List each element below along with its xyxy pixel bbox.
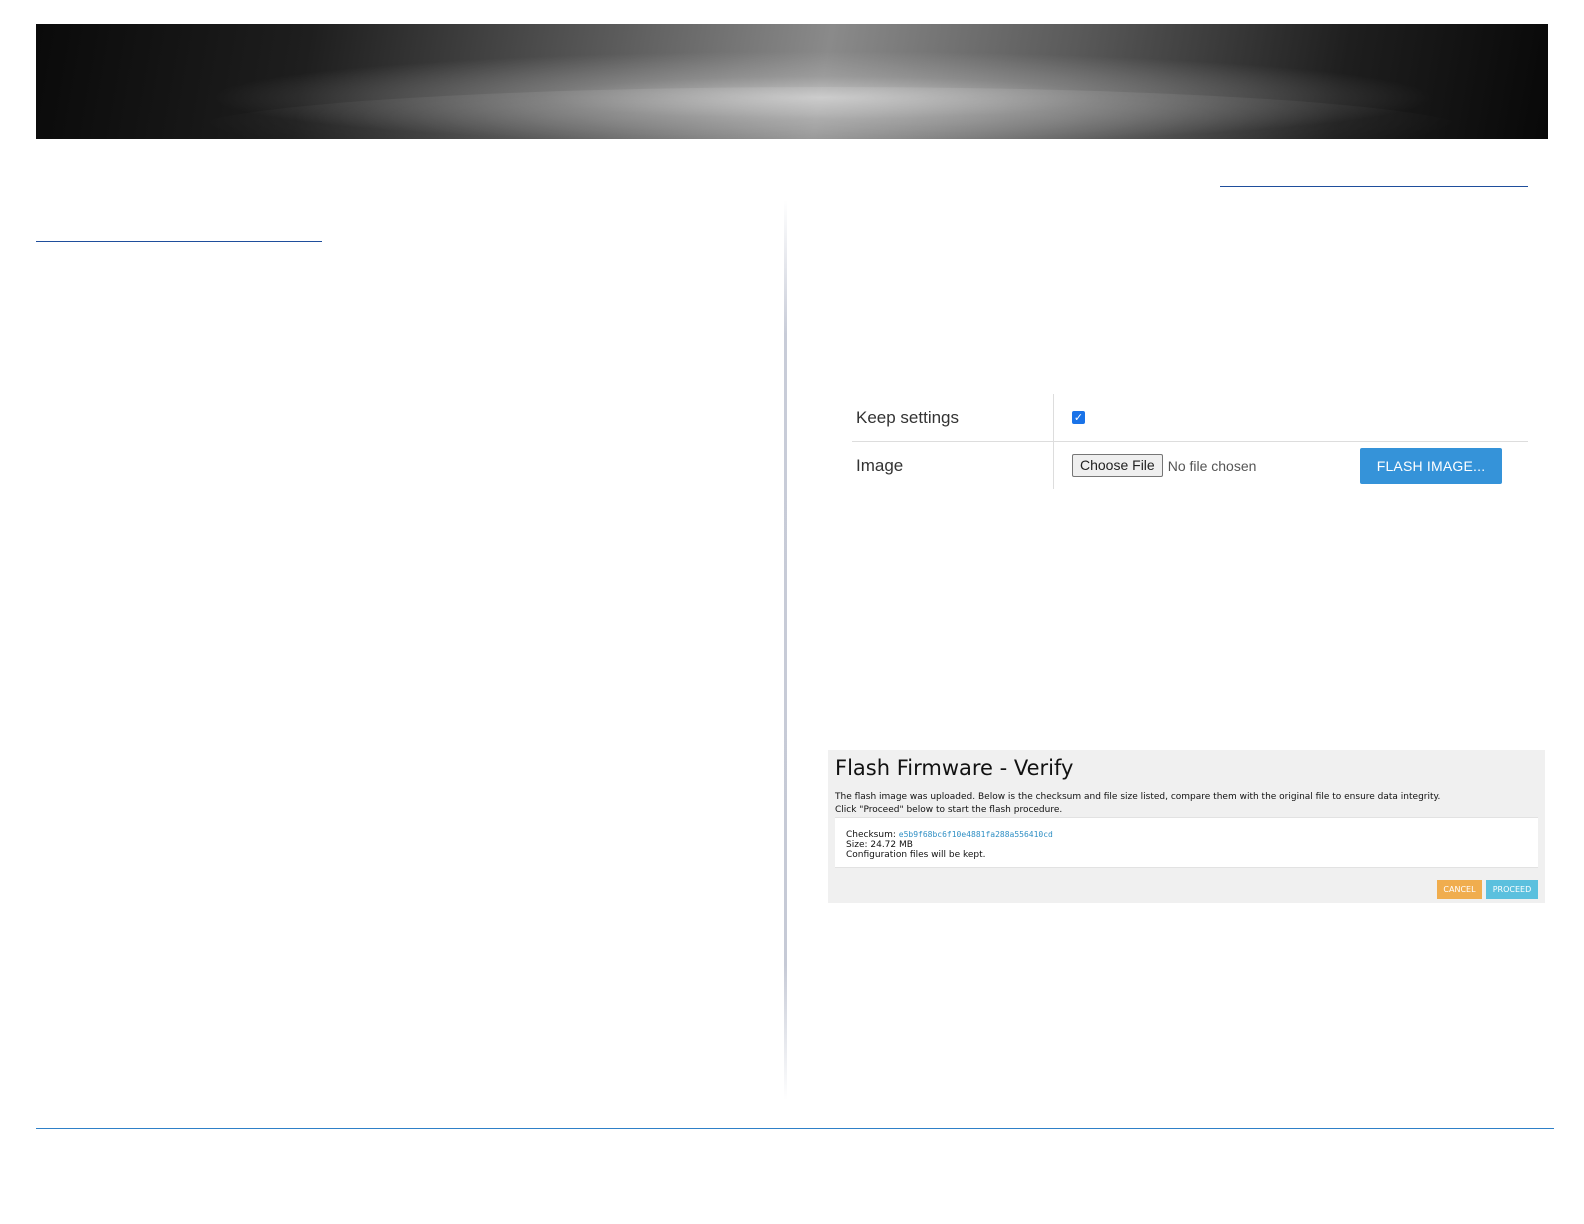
description-line-2: Click "Proceed" below to start the flash…: [835, 805, 1063, 815]
header-banner: [36, 24, 1548, 139]
verify-info-box: Checksum: e5b9f68bc6f10e4881fa288a556410…: [835, 817, 1538, 868]
proceed-button[interactable]: PROCEED: [1486, 880, 1538, 899]
document-page: Keep settings ✓ Image Choose File No fil…: [0, 0, 1584, 1224]
checksum-value: e5b9f68bc6f10e4881fa288a556410cd: [898, 830, 1053, 839]
checkmark-icon: ✓: [1073, 411, 1084, 424]
header-link-underline[interactable]: [1220, 186, 1528, 187]
size-line: Size: 24.72 MB: [846, 840, 913, 850]
footer-divider: [36, 1128, 1554, 1129]
verify-info: Checksum: e5b9f68bc6f10e4881fa288a556410…: [846, 830, 1053, 860]
choose-file-button[interactable]: Choose File: [1072, 454, 1163, 477]
checksum-label: Checksum:: [846, 830, 899, 840]
image-row: Image Choose File No file chosen FLASH I…: [852, 442, 1528, 489]
keep-settings-field: ✓: [1054, 394, 1528, 441]
image-label: Image: [852, 442, 1054, 489]
flash-image-button[interactable]: FLASH IMAGE...: [1360, 448, 1502, 484]
firmware-upload-form: Keep settings ✓ Image Choose File No fil…: [852, 394, 1528, 496]
keep-settings-label: Keep settings: [852, 394, 1054, 441]
image-field: Choose File No file chosen FLASH IMAGE..…: [1054, 442, 1528, 489]
section-link-underline[interactable]: [36, 241, 322, 242]
config-line: Configuration files will be kept.: [846, 850, 986, 860]
cancel-button[interactable]: CANCEL: [1437, 880, 1482, 899]
description-line-1: The flash image was uploaded. Below is t…: [835, 792, 1441, 802]
column-divider: [784, 200, 787, 1100]
dialog-description: The flash image was uploaded. Below is t…: [835, 791, 1440, 817]
dialog-title: Flash Firmware - Verify: [835, 756, 1074, 780]
keep-settings-row: Keep settings ✓: [852, 394, 1528, 442]
flash-verify-dialog: Flash Firmware - Verify The flash image …: [828, 750, 1545, 903]
checksum-line: Checksum: e5b9f68bc6f10e4881fa288a556410…: [846, 830, 1053, 840]
keep-settings-checkbox[interactable]: ✓: [1072, 411, 1085, 424]
no-file-text: No file chosen: [1167, 457, 1257, 474]
